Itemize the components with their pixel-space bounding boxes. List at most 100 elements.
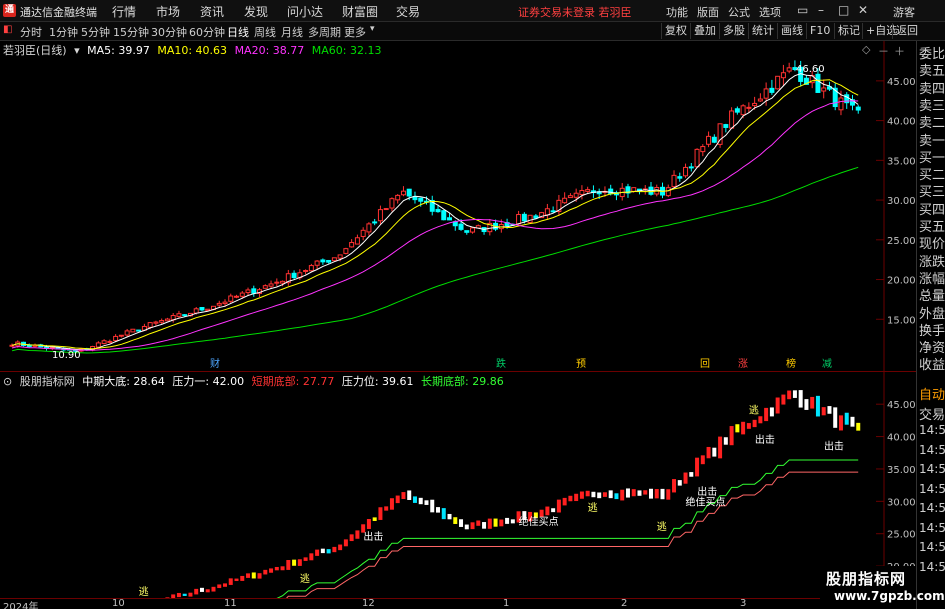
candle-body [314, 260, 320, 266]
menu-function[interactable]: 功能 [666, 4, 688, 20]
time-tick: 2024年 [3, 602, 39, 609]
panel-zoom-in-icon[interactable]: ＋ [894, 43, 905, 59]
period-15min[interactable]: 15分钟 [113, 24, 149, 40]
indicator-chart[interactable]: 45.0040.0035.0030.0025.0020.00逃逃逃逃逃出击出击出… [0, 372, 916, 599]
candle-body [585, 189, 591, 192]
period-1min[interactable]: 1分钟 [49, 24, 78, 40]
sidebar-item[interactable]: 卖二 [919, 112, 945, 131]
indicator-name[interactable]: 股朋指标网 [20, 375, 75, 388]
signal-bar [303, 557, 308, 561]
menu-ask[interactable]: 问小达 [287, 3, 323, 20]
period-more[interactable]: 更多 [344, 24, 366, 40]
sidebar-item[interactable]: 涨跌 [919, 251, 945, 270]
kline-panel[interactable]: 45.00 40.00 35.00 30.00 25.00 20.00 15.00 46.60… [0, 41, 916, 371]
tool-draw[interactable]: 画线 [777, 23, 806, 39]
candle-body [694, 148, 700, 168]
menu-layout[interactable]: 版面 [697, 4, 719, 20]
candle-body [544, 208, 550, 216]
tool-overlay[interactable]: 叠加 [690, 23, 719, 39]
candle-body [147, 322, 153, 328]
sidebar-toggle-icon[interactable]: ◧ [3, 24, 12, 35]
candle-body [337, 254, 343, 259]
tool-multi-stock[interactable]: 多股 [719, 23, 748, 39]
period-30min[interactable]: 30分钟 [151, 24, 187, 40]
sidebar-item[interactable]: 买三 [919, 181, 945, 200]
menu-options[interactable]: 选项 [759, 4, 781, 20]
signal-bar [251, 572, 256, 579]
sidebar-item[interactable]: 净资 [919, 337, 945, 356]
menu-trade[interactable]: 交易 [396, 3, 420, 20]
menu-market[interactable]: 市场 [156, 3, 180, 20]
sidebar-item[interactable]: 买五 [919, 216, 945, 235]
candle-body [153, 321, 159, 324]
candle-body [331, 257, 337, 262]
signal-bar [194, 588, 199, 595]
signal-bar [579, 491, 584, 499]
candle-body [400, 190, 406, 196]
period-intraday[interactable]: 分时 [20, 24, 42, 40]
sidebar-item[interactable]: 买二 [919, 164, 945, 183]
sidebar-item[interactable]: 委比 [919, 43, 945, 62]
signal-bar [574, 493, 579, 502]
ma-legend: 若羽臣(日线) ▾ MA5: 39.97 MA10: 40.63 MA20: 3… [3, 42, 386, 58]
tool-back[interactable]: 返回 [892, 23, 921, 39]
signal-bar [723, 437, 728, 445]
tool-mark[interactable]: 标记 [834, 23, 863, 39]
candle-body [688, 166, 694, 169]
period-weekly[interactable]: 周线 [254, 24, 276, 40]
candle-body [729, 110, 735, 129]
signal-bar [389, 498, 394, 510]
short-bottom-value: 短期底部: 27.77 [251, 375, 335, 388]
candle-body [268, 283, 274, 287]
sidebar-item[interactable]: 现价 [919, 233, 945, 252]
signal-bar [464, 524, 469, 530]
menu-wealth[interactable]: 财富圈 [342, 3, 378, 20]
sidebar-item[interactable]: 收益 [919, 354, 945, 373]
signal-bar [689, 472, 694, 477]
signal-bar [505, 517, 510, 524]
signal-bar [672, 479, 677, 493]
period-multi[interactable]: 多周期 [308, 24, 341, 40]
signal-bar [188, 592, 193, 597]
sidebar-item[interactable]: 涨幅 [919, 268, 945, 287]
ma-dropdown-icon[interactable]: ▾ [74, 44, 80, 57]
menu-discover[interactable]: 发现 [244, 3, 268, 20]
maximize-icon[interactable]: □ [838, 3, 849, 17]
close-icon[interactable]: ✕ [858, 3, 868, 17]
menu-formula[interactable]: 公式 [728, 4, 750, 20]
candle-body [562, 197, 568, 204]
menu-expand-icon[interactable]: ▭ [797, 3, 808, 17]
sidebar-item[interactable]: 买一 [919, 147, 945, 166]
sidebar-item[interactable]: 卖三 [919, 95, 945, 114]
period-monthly[interactable]: 月线 [281, 24, 303, 40]
menu-quotes[interactable]: 行情 [112, 3, 136, 20]
menu-news[interactable]: 资讯 [200, 3, 224, 20]
sidebar-item[interactable]: 换手 [919, 320, 945, 339]
candle-body [193, 308, 199, 314]
indicator-panel[interactable]: 45.0040.0035.0030.0025.0020.00逃逃逃逃逃出击出击出… [0, 371, 916, 599]
minimize-icon[interactable]: – [818, 3, 824, 17]
sidebar-item[interactable]: 外盘 [919, 303, 945, 322]
sidebar-item[interactable]: 卖五 [919, 60, 945, 79]
period-5min[interactable]: 5分钟 [81, 24, 110, 40]
panel-zoom-out-icon[interactable]: － [878, 43, 889, 59]
sidebar-item[interactable]: 卖四 [919, 78, 945, 97]
sidebar-item[interactable]: 总量 [919, 285, 945, 304]
tick-time: 14:56 [919, 423, 945, 437]
period-60min[interactable]: 60分钟 [189, 24, 225, 40]
candle-body [786, 67, 792, 72]
indicator-settings-icon[interactable]: ⊙ [3, 375, 12, 388]
candle-body [164, 318, 170, 322]
kline-chart[interactable]: 45.00 40.00 35.00 30.00 25.00 20.00 15.00 46.60… [0, 41, 916, 371]
more-dropdown-icon[interactable]: ▾ [370, 24, 375, 34]
sidebar-item[interactable]: 卖一 [919, 130, 945, 149]
tool-f10[interactable]: F10 [806, 23, 833, 39]
trade-label[interactable]: 交易 [919, 404, 945, 423]
auto-trade-toggle[interactable]: 自动 [919, 384, 945, 403]
tool-adjust[interactable]: 复权 [661, 23, 690, 39]
period-daily[interactable]: 日线 [227, 24, 249, 40]
tool-stats[interactable]: 统计 [748, 23, 777, 39]
guest-user[interactable]: 游客 [893, 4, 915, 20]
panel-settings-icon[interactable]: ◇ [862, 43, 870, 56]
sidebar-item[interactable]: 买四 [919, 199, 945, 218]
